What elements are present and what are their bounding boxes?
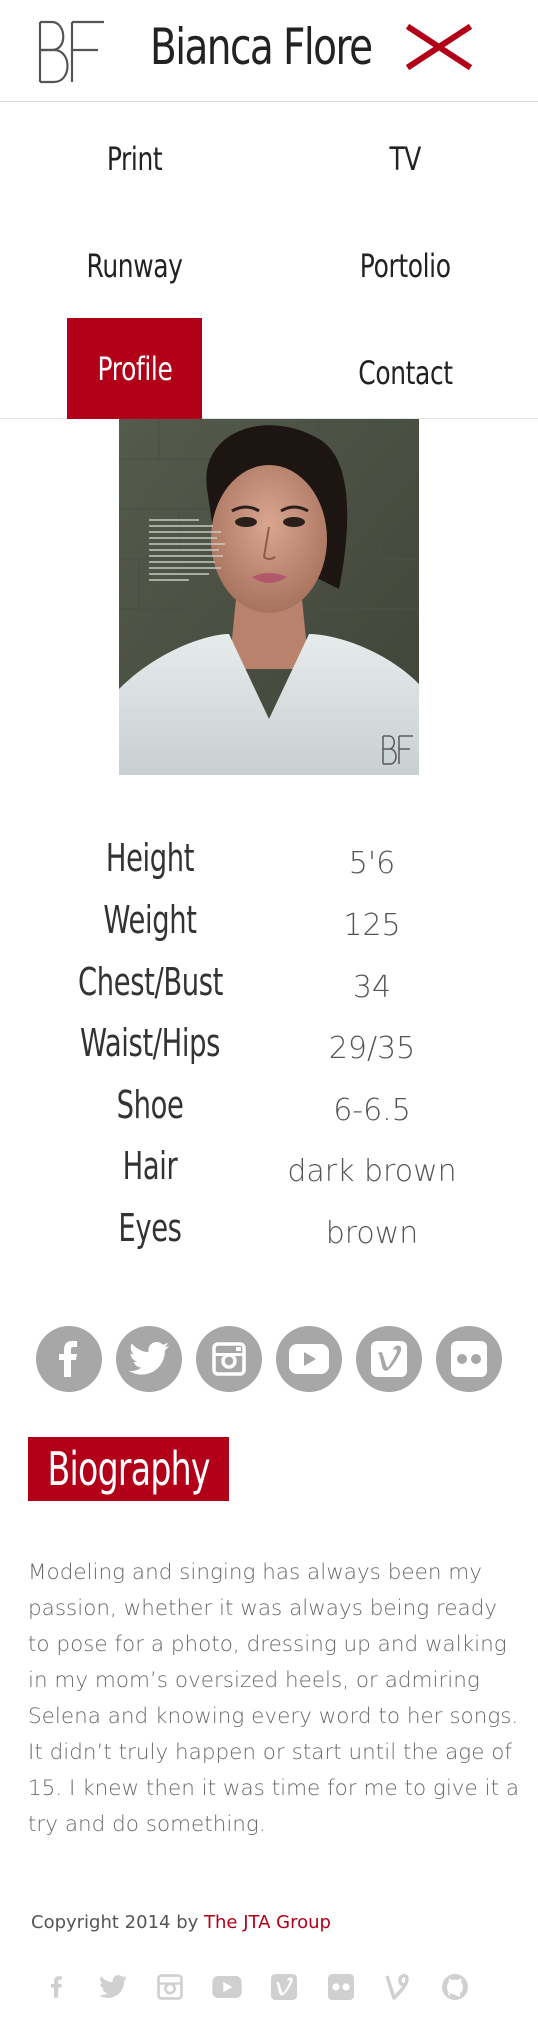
biography-heading: Biography — [28, 1437, 229, 1501]
stat-value: 125 — [343, 908, 401, 943]
stat-label: Shoe — [116, 1083, 184, 1127]
nav-item-profile[interactable]: Profile — [67, 318, 202, 419]
instagram-icon[interactable] — [196, 1326, 262, 1392]
nav-item-runway[interactable]: Runway — [40, 217, 230, 315]
stat-label: Waist/Hips — [79, 1021, 221, 1065]
nav-item-label: Contact — [357, 354, 453, 392]
facebook-icon[interactable] — [40, 1970, 74, 2004]
stat-value: 29/35 — [328, 1031, 416, 1066]
nav-item-portolio[interactable]: Portolio — [310, 217, 500, 315]
stat-row-chest-bust: Chest/Bust 34 — [0, 960, 538, 1022]
youtube-icon[interactable] — [276, 1326, 342, 1392]
stat-row-hair: Hair dark brown — [0, 1144, 538, 1206]
vimeo-icon[interactable] — [356, 1326, 422, 1392]
twitter-icon[interactable] — [116, 1326, 182, 1392]
stat-value: brown — [325, 1216, 419, 1251]
site-header: Bianca Flore — [0, 0, 538, 102]
stat-row-shoe: Shoe 6-6.5 — [0, 1083, 538, 1145]
flickr-icon[interactable] — [436, 1326, 502, 1392]
close-x-icon[interactable] — [405, 22, 473, 72]
twitter-icon[interactable] — [96, 1970, 130, 2004]
site-title[interactable]: Bianca Flore — [150, 18, 373, 76]
github-icon[interactable] — [438, 1970, 472, 2004]
main-nav: Print TV Runway Portolio Profile Contact — [0, 102, 538, 419]
bf-logo[interactable] — [34, 18, 108, 86]
stat-value: 5'6 — [348, 846, 396, 881]
stat-row-weight: Weight 125 — [0, 898, 538, 960]
stat-label: Eyes — [118, 1206, 182, 1250]
youtube-icon[interactable] — [210, 1970, 244, 2004]
nav-item-contact[interactable]: Contact — [310, 324, 500, 422]
copyright: Copyright 2014 by The JTA Group — [31, 1912, 331, 1933]
profile-photo — [119, 419, 419, 775]
vimeo-icon[interactable] — [267, 1970, 301, 2004]
vine-icon[interactable] — [381, 1970, 415, 2004]
stat-row-waist-hips: Waist/Hips 29/35 — [0, 1021, 538, 1083]
nav-item-tv[interactable]: TV — [310, 110, 500, 208]
jta-group-link[interactable]: The JTA Group — [204, 1912, 331, 1933]
facebook-icon[interactable] — [36, 1326, 102, 1392]
footer-social-links — [40, 1970, 480, 2006]
biography-text: Modeling and singing has always been my … — [28, 1560, 520, 1837]
nav-item-print[interactable]: Print — [40, 110, 230, 208]
instagram-icon[interactable] — [153, 1970, 187, 2004]
nav-item-label: TV — [389, 140, 421, 178]
nav-item-label: Print — [107, 140, 163, 178]
stat-value: dark brown — [287, 1154, 457, 1189]
stat-label: Hair — [122, 1144, 178, 1188]
stat-row-height: Height 5'6 — [0, 836, 538, 898]
biography-heading-text: Biography — [47, 1442, 210, 1496]
stat-label: Weight — [103, 898, 197, 942]
stat-label: Chest/Bust — [78, 960, 223, 1004]
nav-item-label: Runway — [86, 247, 183, 285]
flickr-icon[interactable] — [324, 1970, 358, 2004]
nav-item-label: Profile — [97, 349, 172, 388]
stat-row-eyes: Eyes brown — [0, 1206, 538, 1268]
stat-value: 34 — [352, 970, 392, 1005]
stat-value: 6-6.5 — [333, 1093, 411, 1128]
stat-label: Height — [105, 836, 195, 880]
copyright-text: Copyright 2014 by — [31, 1912, 205, 1933]
social-links — [36, 1326, 506, 1392]
nav-item-label: Portolio — [359, 247, 451, 285]
